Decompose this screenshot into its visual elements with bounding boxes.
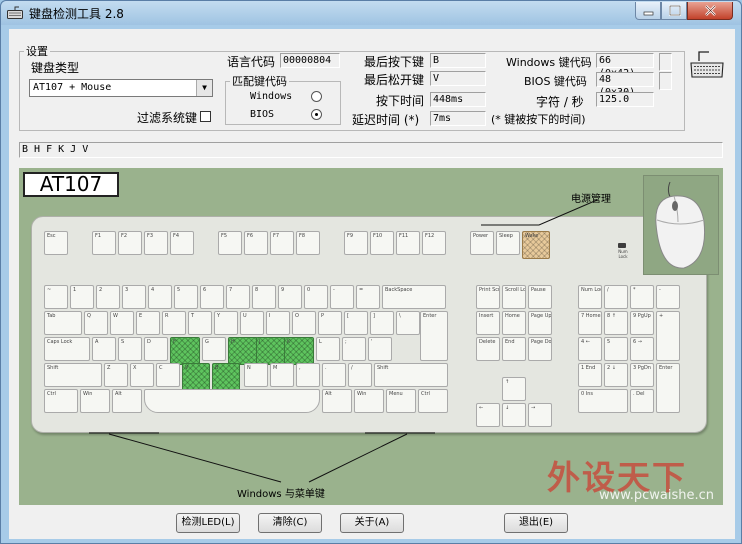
- maximize-icon: [669, 5, 681, 16]
- lang-label: 语言代码: [227, 55, 276, 69]
- match-bios-radio[interactable]: [311, 109, 322, 120]
- client-area: 设置 键盘类型 AT107 + Mouse ▼ 过滤系统键 语言代码 00000…: [9, 29, 735, 539]
- bios-code-indicator: [659, 72, 672, 90]
- win-code-field: 66 (0x42): [596, 53, 654, 79]
- filter-label: 过滤系统键: [137, 111, 198, 125]
- key-log-field: B H F K J V: [19, 142, 723, 158]
- match-legend: 匹配键代码: [232, 75, 287, 88]
- keyboard-icon: [690, 51, 724, 78]
- kb-type-select[interactable]: AT107 + Mouse ▼: [29, 79, 213, 97]
- win-code-label: Windows 键代码: [506, 56, 592, 69]
- last-down-field: B: [430, 53, 486, 68]
- match-bios-label: BIOS: [250, 109, 275, 120]
- watermark-url: www.pcwaishe.cn: [599, 488, 714, 503]
- window-title: 键盘检测工具 2.8: [29, 7, 124, 21]
- last-down-label: 最后按下键: [364, 55, 425, 69]
- minimize-button[interactable]: [635, 2, 661, 20]
- chevron-down-icon[interactable]: ▼: [196, 80, 212, 96]
- last-up-field: V: [430, 71, 486, 86]
- exit-button[interactable]: 退出(E): [504, 513, 568, 533]
- kb-type-label: 键盘类型: [31, 61, 80, 75]
- check-led-button[interactable]: 检测LED(L): [176, 513, 240, 533]
- filter-checkbox[interactable]: [200, 111, 211, 122]
- delay-field: 7ms: [430, 111, 486, 126]
- delay-label: 延迟时间 (*): [352, 113, 420, 127]
- keyboard-app-icon: [7, 6, 23, 19]
- close-icon: [705, 5, 716, 16]
- lang-field: 00000804: [280, 53, 340, 68]
- bios-code-label: BIOS 键代码: [524, 75, 587, 88]
- clear-button[interactable]: 清除(C): [258, 513, 322, 533]
- match-windows-radio[interactable]: [311, 91, 322, 102]
- press-time-field: 448ms: [430, 92, 486, 107]
- minimize-icon: [643, 11, 654, 16]
- about-button[interactable]: 关于(A): [340, 513, 404, 533]
- match-windows-label: Windows: [250, 91, 293, 102]
- win-code-indicator: [659, 53, 672, 71]
- rate-field: 125.0: [596, 92, 654, 107]
- delay-note: (* 键被按下的时间): [491, 113, 586, 126]
- bios-code-field: 48 (0x30): [596, 72, 654, 98]
- close-button[interactable]: [687, 2, 733, 20]
- app-window: 键盘检测工具 2.8 设置 键盘类型 AT107 + Mouse ▼ 过滤系统键…: [0, 0, 742, 544]
- press-time-label: 按下时间: [376, 94, 425, 108]
- kb-type-value: AT107 + Mouse: [33, 82, 112, 93]
- rate-label: 字符 / 秒: [536, 95, 584, 109]
- keyboard-view: AT107 Esc F1 F2 F3 F4 F5 F6 F7 F8 F9 F10 F11 F12 Powe…: [19, 168, 723, 505]
- last-up-label: 最后松开键: [364, 73, 425, 87]
- maximize-button[interactable]: [661, 2, 687, 20]
- settings-legend: 设置: [26, 45, 48, 58]
- title-bar[interactable]: 键盘检测工具 2.8: [1, 1, 741, 25]
